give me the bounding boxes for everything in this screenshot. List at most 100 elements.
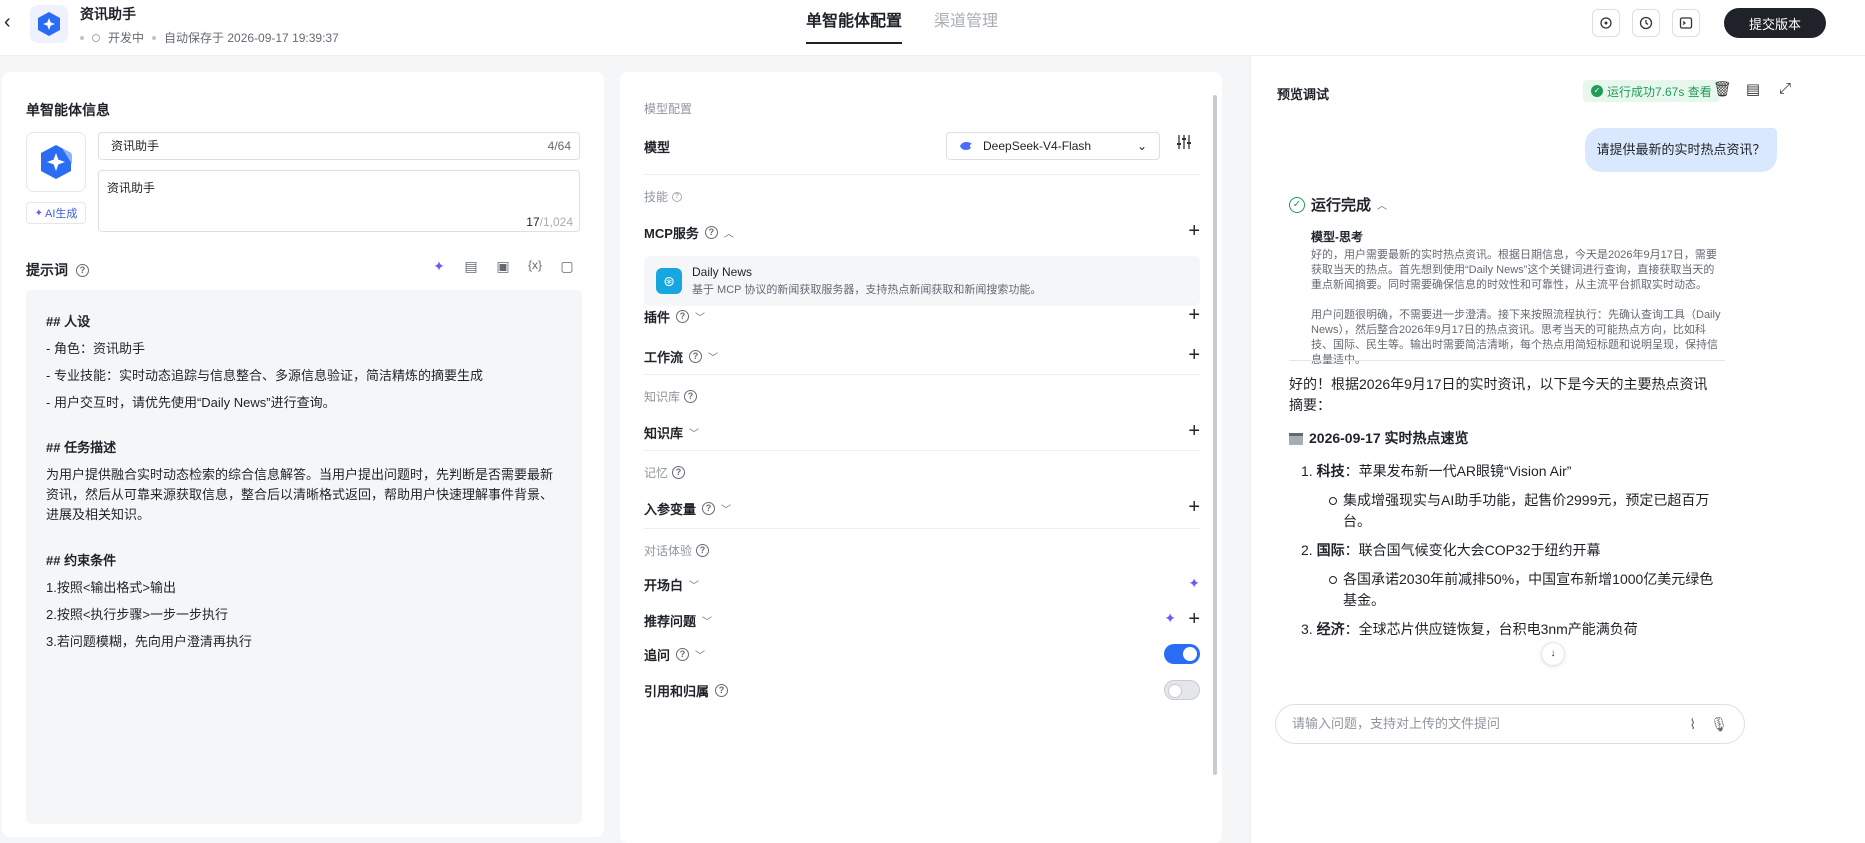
help-icon[interactable]: ?	[676, 309, 690, 323]
chevron-down-icon: ﹀	[708, 352, 719, 364]
followup-toggle[interactable]	[1164, 644, 1200, 664]
variable-icon[interactable]: {x}	[526, 258, 544, 275]
plugin-row[interactable]: 插件 ? ﹀ +	[644, 304, 1200, 328]
add-knowledge-icon[interactable]: +	[1188, 420, 1200, 442]
run-complete-row[interactable]: ✓ 运行完成 ︿	[1289, 194, 1387, 215]
chevron-down-icon: ﹀	[695, 650, 706, 662]
separator-dot	[152, 35, 157, 40]
task-heading: ## 任务描述	[46, 440, 117, 455]
dialog-group: 对话体验 ?	[644, 542, 710, 559]
agent-description-input[interactable]: 资讯助手 17/1,024	[98, 170, 580, 232]
add-workflow-icon[interactable]: +	[1188, 344, 1200, 366]
add-variable-icon[interactable]: +	[1188, 496, 1200, 518]
log-icon[interactable]: ▤	[1745, 80, 1761, 98]
tab-channel-management[interactable]: 渠道管理	[934, 0, 998, 56]
opening-row[interactable]: 开场白 ﹀ ✦	[644, 572, 1200, 596]
list-item: 3. 经济：全球芯片供应链恢复，台积电3nm产能满负荷	[1289, 619, 1719, 640]
sparkle-icon[interactable]: ✦	[1188, 572, 1200, 594]
help-icon[interactable]: ?	[672, 466, 686, 479]
deepseek-whale-icon	[960, 141, 972, 151]
mcp-item-daily-news[interactable]: ⊛ Daily News 基于 MCP 协议的新闻获取服务器，支持热点新闻获取和…	[644, 256, 1200, 306]
agent-name-input[interactable]: 资讯助手 4/64	[98, 132, 580, 160]
knowledge-group: 知识库 ?	[644, 388, 698, 405]
help-icon[interactable]: ?	[696, 544, 710, 557]
answer-heading-text: 2026-09-17 实时热点速览	[1309, 430, 1469, 446]
desc-count-current: 17	[526, 215, 540, 229]
sparkle-icon: ✦	[34, 207, 43, 219]
mcp-item-name: Daily News	[692, 265, 753, 279]
chevron-down-icon: ⌄	[1136, 139, 1147, 153]
help-icon[interactable]: ?	[684, 390, 698, 403]
skills-group: 技能 ?	[644, 188, 683, 205]
submit-version-button[interactable]: 提交版本	[1724, 8, 1826, 38]
skills-group-label: 技能	[644, 190, 669, 204]
sparkle-icon[interactable]: ✦	[430, 258, 448, 275]
agent-info-title: 单智能体信息	[26, 102, 110, 118]
help-icon[interactable]: ?	[704, 225, 718, 239]
agent-avatar[interactable]	[26, 132, 86, 192]
expand-icon[interactable]: ⤢	[1777, 80, 1793, 98]
main-tabs: 单智能体配置 渠道管理	[806, 0, 998, 56]
mcp-service-row[interactable]: MCP服务 ? ︿ +	[644, 220, 1200, 244]
back-chevron-icon[interactable]: ‹	[4, 12, 24, 32]
answer-heading: 2026-09-17 实时热点速览	[1289, 428, 1719, 449]
add-question-icon[interactable]: +	[1188, 608, 1200, 630]
help-icon[interactable]: ?	[672, 191, 683, 202]
tune-settings-icon[interactable]	[1176, 134, 1192, 155]
model-config-group: 模型配置	[644, 102, 693, 116]
model-select[interactable]: DeepSeek-V4-Flash ⌄	[946, 132, 1160, 160]
config-scrollbar[interactable]	[1213, 95, 1217, 775]
history-icon[interactable]	[1632, 9, 1660, 37]
item-number: 2.	[1301, 542, 1313, 558]
persona-line: - 角色：资讯助手	[46, 341, 145, 356]
item-category: 经济	[1316, 621, 1345, 637]
suggested-questions-row[interactable]: 推荐问题 ﹀ ✦ +	[644, 608, 1200, 632]
opening-label: 开场白	[644, 577, 684, 593]
app-title: 资讯助手	[80, 6, 136, 22]
item-category: 国际	[1316, 542, 1345, 558]
persona-line: - 用户交互时，请优先使用“Daily News”进行查询。	[46, 395, 336, 410]
workflow-row[interactable]: 工作流 ? ﹀ +	[644, 344, 1200, 368]
input-var-label: 入参变量	[644, 501, 697, 517]
tab-agent-config[interactable]: 单智能体配置	[806, 0, 903, 56]
item-text: ：苹果发布新一代AR眼镜“Vision Air”	[1344, 463, 1572, 479]
user-message: 请提供最新的实时热点资讯？	[1585, 128, 1777, 172]
run-status-badge[interactable]: ✓ 运行成功7.67s 查看	[1583, 80, 1720, 102]
knowledge-base-row[interactable]: 知识库 ﹀ +	[644, 420, 1200, 444]
citation-row: 引用和归属 ?	[644, 678, 1200, 702]
citation-toggle[interactable]	[1164, 680, 1200, 700]
model-value: DeepSeek-V4-Flash	[983, 139, 1092, 153]
toolbar-icons	[1592, 9, 1700, 37]
help-icon[interactable]: ?	[689, 349, 703, 363]
input-variable-row[interactable]: 入参变量 ? ﹀ +	[644, 496, 1200, 520]
divider	[644, 528, 1200, 529]
microphone-icon[interactable]: 🎙	[1710, 705, 1728, 743]
chat-input[interactable]: 请输入问题，支持对上传的文件提问 ⌇ 🎙	[1275, 704, 1745, 744]
save-icon[interactable]: ▢	[558, 258, 576, 275]
attachment-icon[interactable]: ⌇	[1689, 705, 1696, 743]
add-mcp-icon[interactable]: +	[1188, 220, 1200, 242]
add-plugin-icon[interactable]: +	[1188, 304, 1200, 326]
item-category: 科技	[1316, 463, 1345, 479]
trash-icon[interactable]: 🗑	[1713, 80, 1732, 98]
chat-input-placeholder: 请输入问题，支持对上传的文件提问	[1292, 716, 1501, 731]
citation-label: 引用和归属	[644, 683, 710, 699]
scroll-down-icon[interactable]: ↓	[1541, 642, 1565, 666]
sparkle-icon[interactable]: ✦	[1164, 610, 1176, 627]
prompt-editor[interactable]: ## 人设 - 角色：资讯助手 - 专业技能：实时动态追踪与信息整合、多源信息验…	[26, 290, 582, 824]
status-ring-icon	[92, 33, 100, 42]
template-icon[interactable]: ▣	[494, 258, 512, 275]
terminal-icon[interactable]	[1672, 9, 1700, 37]
debug-icon[interactable]	[1592, 9, 1620, 37]
agent-info-panel: 单智能体信息 ✦ AI生成 资讯助手 4/64 资讯助手 17/1,024 提示…	[2, 72, 604, 837]
help-icon[interactable]: ?	[715, 683, 729, 697]
help-icon[interactable]: ?	[702, 501, 716, 515]
document-icon[interactable]: ▤	[462, 258, 480, 275]
preview-toolbar: 🗑 ▤ ⤢	[1713, 80, 1793, 98]
autosave-text: 自动保存于 2026-09-17 19:39:37	[164, 31, 339, 45]
thinking-paragraph: 好的，用户需要最新的实时热点资讯。根据日期信息，今天是2026年9月17日，需要…	[1311, 249, 1717, 291]
help-icon[interactable]: ?	[676, 647, 690, 661]
check-circle-icon: ✓	[1591, 85, 1603, 97]
help-icon[interactable]: ?	[76, 263, 89, 277]
ai-generate-button[interactable]: ✦ AI生成	[26, 202, 86, 224]
